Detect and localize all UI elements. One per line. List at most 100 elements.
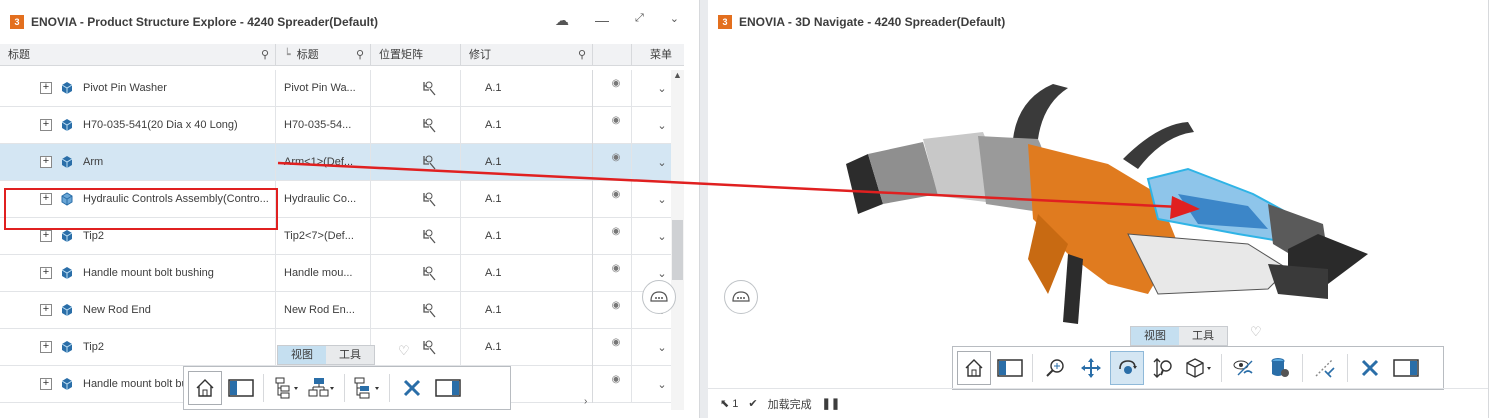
maximize-icon[interactable]: ⤢ xyxy=(635,12,644,29)
eye-icon[interactable]: ◉ xyxy=(612,189,621,200)
scroll-up-icon[interactable]: ▲ xyxy=(673,70,682,80)
expand-icon[interactable]: + xyxy=(40,229,52,242)
structure-button[interactable] xyxy=(305,371,339,405)
position-matrix-cell[interactable] xyxy=(371,217,461,255)
position-matrix-cell[interactable] xyxy=(371,143,461,181)
title-cell[interactable]: + Tip2 xyxy=(0,328,276,366)
collaboration-button[interactable] xyxy=(642,280,676,314)
minimize-icon[interactable]: — xyxy=(595,12,609,29)
chevron-down-icon[interactable]: ⌄ xyxy=(657,119,666,132)
eye-icon[interactable]: ◉ xyxy=(612,115,621,126)
favorite-heart-icon[interactable]: ♡ xyxy=(398,343,410,359)
chevron-down-icon[interactable]: ⌄ xyxy=(657,378,666,391)
expand-icon[interactable]: + xyxy=(40,377,52,390)
scroll-right-icon[interactable]: › xyxy=(584,396,587,407)
visibility-cell[interactable]: ◉ xyxy=(593,291,632,329)
eye-icon[interactable]: ◉ xyxy=(612,374,621,385)
instance-cell[interactable]: Handle mou... xyxy=(276,254,371,292)
tab-tools[interactable]: 工具 xyxy=(1179,327,1227,345)
side-panel-button[interactable] xyxy=(993,351,1027,385)
scrollbar-thumb[interactable] xyxy=(672,220,683,280)
expand-tree-button[interactable] xyxy=(269,371,303,405)
zoom-in-out-button[interactable] xyxy=(1146,351,1180,385)
hydraulic-hose-left[interactable] xyxy=(1013,84,1068,139)
search-icon[interactable]: ⚲ xyxy=(356,44,364,66)
instance-cell[interactable]: Arm<1>(Def... xyxy=(276,143,371,181)
panel-right-button[interactable] xyxy=(1389,351,1423,385)
instance-cell[interactable]: H70-035-54... xyxy=(276,106,371,144)
vertical-scrollbar[interactable] xyxy=(671,70,684,410)
pause-icon[interactable]: ❚❚ xyxy=(822,397,840,410)
close-button[interactable] xyxy=(1353,351,1387,385)
title-cell[interactable]: + Hydraulic Controls Assembly(Contro... xyxy=(0,180,276,218)
expand-icon[interactable]: + xyxy=(40,192,52,205)
favorite-heart-icon[interactable]: ♡ xyxy=(1250,324,1262,340)
3d-viewport[interactable] xyxy=(708,44,1489,388)
instance-cell[interactable]: Tip2<7>(Def... xyxy=(276,217,371,255)
panel-right-button[interactable] xyxy=(431,371,465,405)
title-cell[interactable]: + H70-035-541(20 Dia x 40 Long) xyxy=(0,106,276,144)
chevron-down-icon[interactable]: ⌄ xyxy=(657,156,666,169)
position-matrix-cell[interactable] xyxy=(371,254,461,292)
close-button[interactable] xyxy=(395,371,429,405)
title-cell[interactable]: + New Rod End xyxy=(0,291,276,329)
visibility-cell[interactable]: ◉ xyxy=(593,328,632,366)
column-header-title[interactable]: 标题 ⚲ xyxy=(0,44,276,66)
eye-icon[interactable]: ◉ xyxy=(612,78,621,89)
expand-icon[interactable]: + xyxy=(40,266,52,279)
collaboration-button[interactable] xyxy=(724,280,758,314)
expand-icon[interactable]: + xyxy=(40,81,52,94)
chevron-down-icon[interactable]: ⌄ xyxy=(657,341,666,354)
tab-view[interactable]: 视图 xyxy=(278,346,326,364)
eye-icon[interactable]: ◉ xyxy=(612,226,621,237)
visibility-cell[interactable]: ◉ xyxy=(593,217,632,255)
home-button[interactable] xyxy=(188,371,222,405)
search-icon[interactable]: ⚲ xyxy=(578,44,586,66)
table-row[interactable]: + Tip2 Tip2<7>(Def... A.1 ◉ ⌄ xyxy=(0,217,684,255)
chevron-down-icon[interactable]: ⌄ xyxy=(670,12,679,29)
table-row[interactable]: + Handle mount bolt bushing Handle mou..… xyxy=(0,254,684,292)
title-cell[interactable]: + Handle mount bolt bushing xyxy=(0,254,276,292)
hydraulic-hose-right[interactable] xyxy=(1123,122,1194,169)
column-header-visibility[interactable] xyxy=(593,44,632,66)
column-header-position-matrix[interactable]: 位置矩阵 xyxy=(371,44,461,66)
position-matrix-cell[interactable] xyxy=(371,180,461,218)
title-cell[interactable]: + Arm xyxy=(0,143,276,181)
support-leg[interactable] xyxy=(1063,254,1083,324)
zoom-fit-button[interactable] xyxy=(1038,351,1072,385)
visibility-cell[interactable]: ◉ xyxy=(593,69,632,107)
home-button[interactable] xyxy=(957,351,991,385)
instance-cell[interactable]: Hydraulic Co... xyxy=(276,180,371,218)
eye-icon[interactable]: ◉ xyxy=(612,152,621,163)
visibility-cell[interactable]: ◉ xyxy=(593,365,632,403)
title-cell[interactable]: + Tip2 xyxy=(0,217,276,255)
tab-tools[interactable]: 工具 xyxy=(326,346,374,364)
expand-icon[interactable]: + xyxy=(40,303,52,316)
search-icon[interactable]: ⚲ xyxy=(261,44,269,66)
table-row[interactable]: + New Rod End New Rod En... A.1 ◉ ⌄ xyxy=(0,291,684,329)
expand-icon[interactable]: + xyxy=(40,155,52,168)
eye-icon[interactable]: ◉ xyxy=(612,337,621,348)
expand-icon[interactable]: + xyxy=(40,340,52,353)
measure-button[interactable] xyxy=(1308,351,1342,385)
visibility-cell[interactable]: ◉ xyxy=(593,106,632,144)
tab-view[interactable]: 视图 xyxy=(1131,327,1179,345)
instance-cell[interactable]: New Rod En... xyxy=(276,291,371,329)
chevron-down-icon[interactable]: ⌄ xyxy=(657,267,666,280)
render-style-button[interactable] xyxy=(1182,351,1216,385)
rotate-button[interactable] xyxy=(1110,351,1144,385)
eye-icon[interactable]: ◉ xyxy=(612,263,621,274)
position-matrix-cell[interactable] xyxy=(371,291,461,329)
pan-button[interactable] xyxy=(1074,351,1108,385)
column-header-menu[interactable]: 菜单 xyxy=(632,44,684,66)
title-cell[interactable]: + Pivot Pin Washer xyxy=(0,69,276,107)
side-panel-button[interactable] xyxy=(224,371,258,405)
chevron-down-icon[interactable]: ⌄ xyxy=(657,193,666,206)
tip-lower[interactable] xyxy=(1268,264,1328,299)
table-row[interactable]: + Arm Arm<1>(Def... A.1 ◉ ⌄ xyxy=(0,143,684,181)
position-matrix-cell[interactable] xyxy=(371,106,461,144)
expand-icon[interactable]: + xyxy=(40,118,52,131)
cloud-icon[interactable]: ☁ xyxy=(555,12,569,29)
column-header-instance-title[interactable]: ┕ 标题 ⚲ xyxy=(276,44,371,66)
visibility-cell[interactable]: ◉ xyxy=(593,143,632,181)
